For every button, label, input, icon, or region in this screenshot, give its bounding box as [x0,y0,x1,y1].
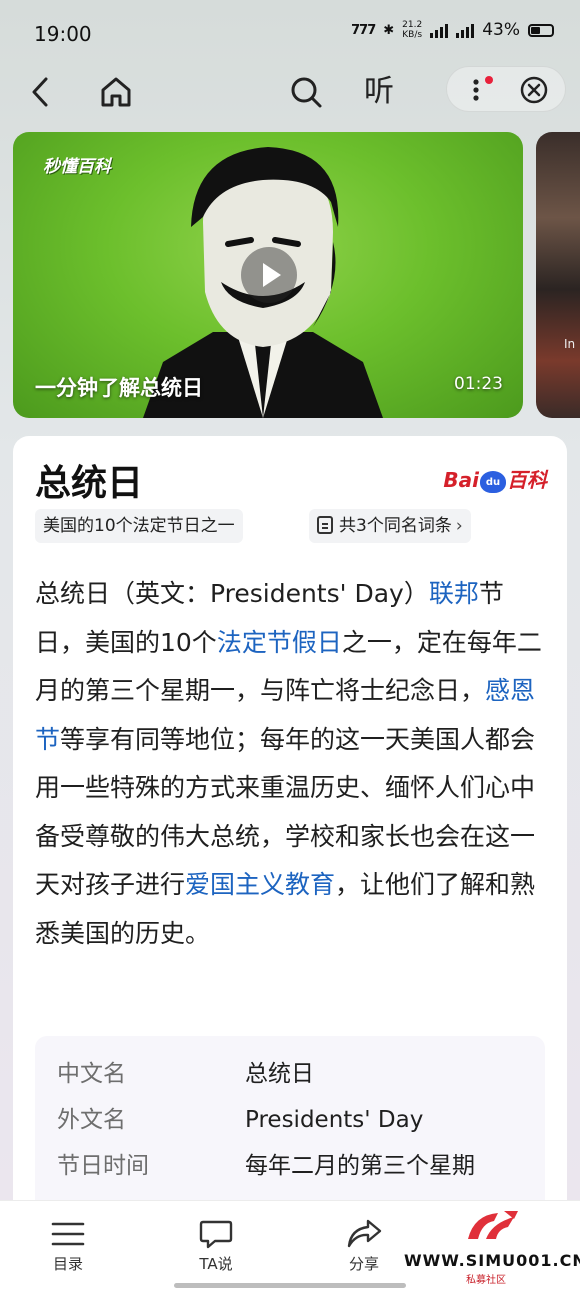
info-row: 外文名 Presidents' Day [35,1100,545,1140]
document-icon [317,516,333,534]
listen-button[interactable]: 听 [364,72,394,112]
toc-label: 目录 [52,1255,83,1273]
chevron-right-icon: › [455,516,463,536]
article-title: 总统日 [35,463,144,504]
toc-tab[interactable]: 目录 [28,1219,108,1274]
close-button[interactable] [519,76,549,104]
ta-say-label: TA说 [199,1255,233,1273]
signal-sim2-icon [456,22,475,38]
article-text: 总统日（英文：Presidents' Day） [35,579,429,608]
toc-icon [51,1222,85,1246]
watermark-logo-icon [468,1211,518,1239]
net-speed: 21.2 KB/s [402,20,423,40]
home-icon [101,77,131,107]
notification-dot [485,76,493,84]
status-bar: 19:00 777 ✱ 21.2 KB/s 43% [0,0,580,62]
next-video-caption: In [564,337,576,351]
watermark-sub: 私募社区 [466,1275,506,1286]
info-key: 外文名 [57,1107,126,1133]
video-title: 一分钟了解总统日 [35,376,203,400]
share-label: 分享 [348,1255,379,1273]
info-key: 中文名 [57,1061,126,1087]
miniapp-capsule [446,66,566,112]
article-link[interactable]: 联邦 [429,579,479,608]
next-video-card[interactable]: In [536,132,580,418]
nfc-icon: 777 [351,22,376,38]
play-button[interactable] [241,247,297,303]
search-icon [291,77,322,108]
share-tab[interactable]: 分享 [324,1219,404,1274]
back-icon [32,77,48,107]
battery-percent: 43% [482,20,520,40]
watermark: WWW.SIMU001.CN 私募社区 [404,1209,580,1286]
info-value: Presidents' Day [245,1107,424,1133]
video-source-logo: 秒懂百科 [43,157,111,177]
back-button[interactable] [20,72,60,112]
video-duration: 01:23 [454,374,503,394]
ta-say-tab[interactable]: TA说 [176,1219,256,1274]
info-row: 中文名 总统日 [35,1054,545,1094]
paw-icon: du [480,470,506,493]
bluetooth-icon: ✱ [383,22,395,38]
status-time: 19:00 [34,22,92,46]
status-indicators: 777 ✱ 21.2 KB/s 43% [351,20,554,40]
home-indicator[interactable] [174,1283,406,1288]
baidu-baike-logo: Bai du 百科 [443,468,547,493]
homonym-chip[interactable]: 共3个同名词条 › [309,509,471,543]
home-button[interactable] [96,72,136,112]
close-icon [520,76,548,104]
info-value: 总统日 [245,1061,314,1087]
signal-sim1-icon [430,22,449,38]
battery-icon [528,23,554,37]
share-icon [347,1219,382,1248]
info-key: 节日时间 [57,1153,149,1179]
bottom-bar: 目录 TA说 分享 WWW.SIMU001.CN 私募社区 [0,1200,580,1289]
article-card: 总统日 Bai du 百科 美国的10个法定节日之一 共3个同名词条 › 总统日（英文… [13,436,567,1236]
search-button[interactable] [286,72,326,112]
article-link[interactable]: 爱国主义教育 [185,870,335,899]
watermark-site: WWW.SIMU001.CN [404,1251,580,1270]
article-link[interactable]: 法定节假日 [217,628,342,657]
article-summary: 总统日（英文：Presidents' Day）联邦节日，美国的10个法定节假日之… [35,570,547,958]
tag-chip[interactable]: 美国的10个法定节日之一 [35,509,243,543]
top-nav: 听 [0,62,580,122]
info-row: 节日时间 每年二月的第三个星期 [35,1146,545,1186]
video-card[interactable]: 秒懂百科 一分钟了解总统日 01:23 [13,132,523,418]
info-value: 每年二月的第三个星期 [245,1153,475,1179]
comment-icon [199,1220,233,1249]
